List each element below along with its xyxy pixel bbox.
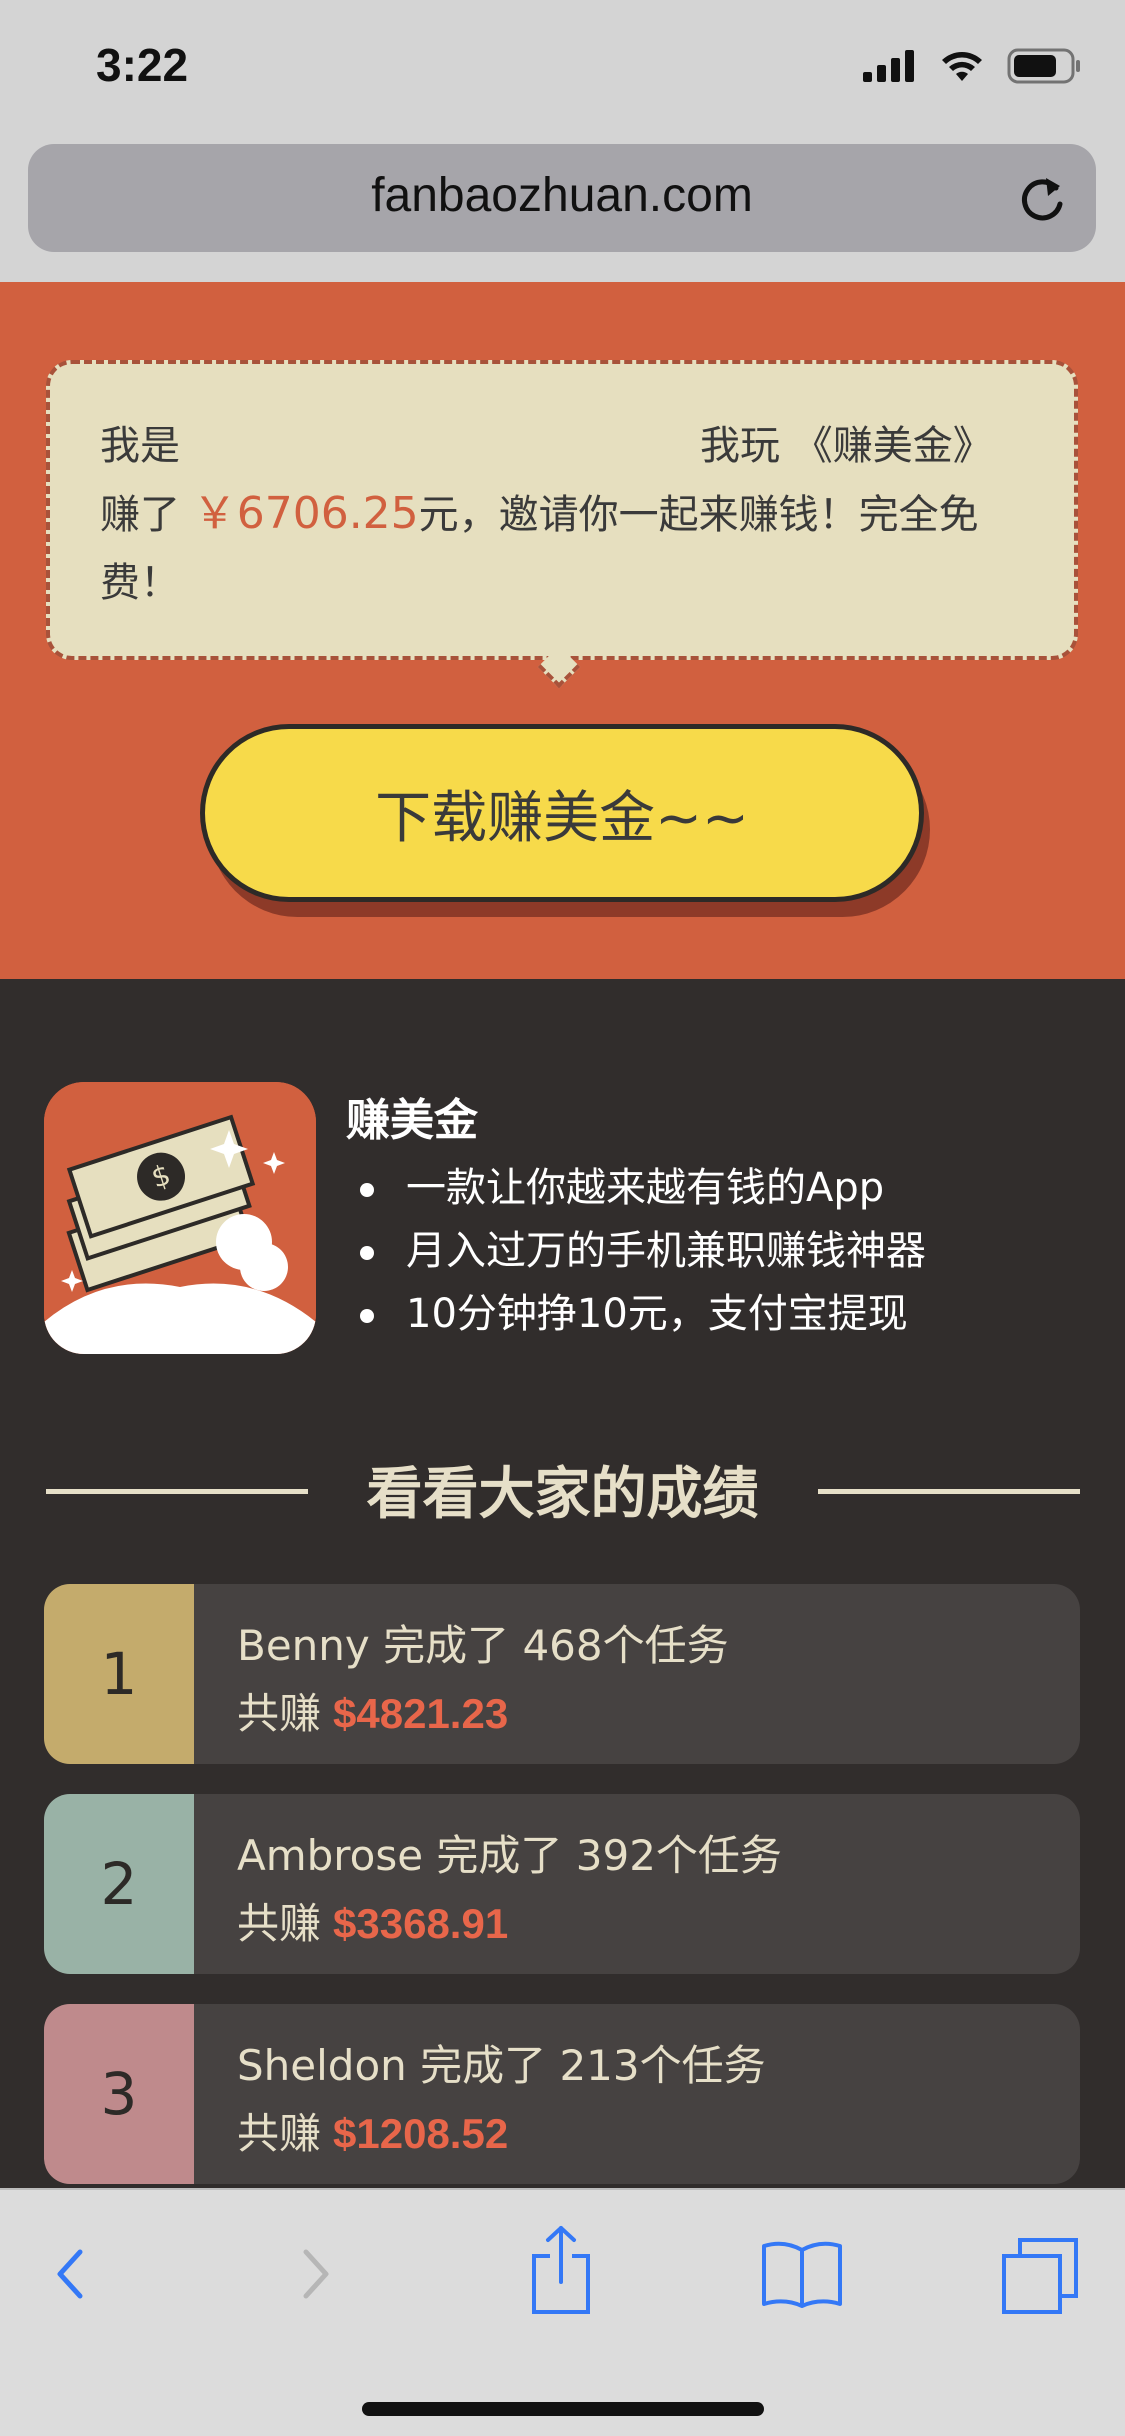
url-bar[interactable]: fanbaozhuan.com xyxy=(28,144,1096,252)
reload-icon[interactable] xyxy=(1014,168,1070,228)
rank-summary: Benny 完成了 468个任务 xyxy=(237,1621,729,1670)
invite-amount: ￥6706.25 xyxy=(192,488,419,539)
rank-earnings: 共赚 $3368.91 xyxy=(237,1890,508,1951)
app-info-section: $ 赚美金 一款让你越来越有钱的App 月入过万的手机兼职赚钱神器 10分钟挣1… xyxy=(0,979,1125,2191)
earn-label: 共赚 xyxy=(237,2109,322,2158)
rank-summary: Ambrose 完成了 392个任务 xyxy=(237,1831,782,1880)
status-bar: 3:22 xyxy=(0,0,1125,140)
earn-label: 共赚 xyxy=(237,1689,322,1738)
battery-icon xyxy=(1007,48,1080,84)
bookmarks-icon[interactable] xyxy=(760,2234,844,2314)
leaderboard-row: 1 Benny 完成了 468个任务 共赚 $4821.23 xyxy=(44,1584,1080,1764)
feature-item: 10分钟挣10元，支付宝提现 xyxy=(360,1283,926,1346)
feature-item: 一款让你越来越有钱的App xyxy=(360,1157,926,1220)
download-button[interactable]: 下载赚美金~~ xyxy=(200,724,924,902)
earn-amount: $4821.23 xyxy=(333,1690,509,1737)
rank-earnings: 共赚 $1208.52 xyxy=(237,2100,508,2161)
back-icon[interactable] xyxy=(44,2234,94,2314)
share-icon[interactable] xyxy=(528,2222,594,2318)
status-icons xyxy=(863,48,1081,84)
invite-hero: 我是 我玩 《赚美金》 赚了 ￥6706.25元，邀请你一起来赚钱！完全免费！ 下… xyxy=(0,282,1125,979)
rank-earnings: 共赚 $4821.23 xyxy=(237,1680,508,1741)
rank-badge: 1 xyxy=(44,1584,194,1764)
app-title: 赚美金 xyxy=(346,1095,478,1146)
earn-label: 共赚 xyxy=(237,1899,322,1948)
wifi-icon xyxy=(942,52,982,81)
invite-bubble: 我是 我玩 《赚美金》 赚了 ￥6706.25元，邀请你一起来赚钱！完全免费！ xyxy=(46,360,1078,660)
url-text[interactable]: fanbaozhuan.com xyxy=(28,168,1096,223)
feature-item: 月入过万的手机兼职赚钱神器 xyxy=(360,1220,926,1283)
leaderboard-row: 2 Ambrose 完成了 392个任务 共赚 $3368.91 xyxy=(44,1794,1080,1974)
invite-prefix: 我是 xyxy=(100,423,180,469)
forward-icon[interactable] xyxy=(292,2234,342,2314)
signal-icon xyxy=(863,50,914,82)
feature-list: 一款让你越来越有钱的App 月入过万的手机兼职赚钱神器 10分钟挣10元，支付宝… xyxy=(360,1157,926,1346)
status-time: 3:22 xyxy=(96,39,189,91)
rank-badge: 2 xyxy=(44,1794,194,1974)
divider-right xyxy=(818,1489,1080,1494)
tabs-icon[interactable] xyxy=(998,2234,1082,2318)
rank-summary: Sheldon 完成了 213个任务 xyxy=(237,2041,766,2090)
browser-toolbar xyxy=(0,2188,1125,2436)
rank-badge: 3 xyxy=(44,2004,194,2184)
app-icon: $ xyxy=(44,1082,316,1354)
leaderboard-row: 3 Sheldon 完成了 213个任务 共赚 $1208.52 xyxy=(44,2004,1080,2184)
earn-amount: $3368.91 xyxy=(333,1900,509,1947)
home-indicator xyxy=(362,2402,764,2416)
earn-amount: $1208.52 xyxy=(333,2110,509,2157)
